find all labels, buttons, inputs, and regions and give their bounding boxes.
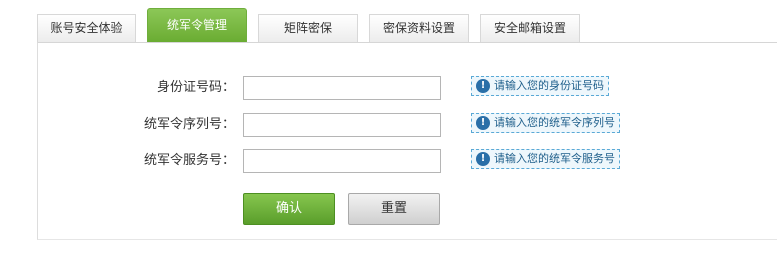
info-icon: ! <box>476 116 490 130</box>
id-card-hint: ! 请输入您的身份证号码 <box>471 76 609 96</box>
id-card-input[interactable] <box>243 76 441 100</box>
info-icon: ! <box>476 79 490 93</box>
tab-account-security[interactable]: 账号安全体验 <box>37 14 136 42</box>
service-label: 统军令服务号： <box>143 153 235 168</box>
id-card-label: 身份证号码： <box>156 80 235 95</box>
tab-security-email-settings[interactable]: 安全邮箱设置 <box>480 14 580 42</box>
serial-hint-text: 请输入您的统军令序列号 <box>494 116 615 129</box>
service-hint-text: 请输入您的统军令服务号 <box>494 152 615 165</box>
tab-bar: 账号安全体验 统军令管理 矩阵密保 密保资料设置 安全邮箱设置 <box>0 0 777 42</box>
serial-input[interactable] <box>243 113 441 137</box>
confirm-button[interactable]: 确认 <box>243 193 335 225</box>
id-card-hint-text: 请输入您的身份证号码 <box>494 79 604 92</box>
tab-token-management[interactable]: 统军令管理 <box>147 8 247 42</box>
info-icon: ! <box>476 152 490 166</box>
tab-matrix-security[interactable]: 矩阵密保 <box>258 14 358 42</box>
serial-label: 统军令序列号： <box>143 117 235 132</box>
token-management-page: 账号安全体验 统军令管理 矩阵密保 密保资料设置 安全邮箱设置 身份证号码： !… <box>0 0 777 260</box>
service-hint: ! 请输入您的统军令服务号 <box>471 149 620 169</box>
service-input[interactable] <box>243 149 441 173</box>
serial-hint: ! 请输入您的统军令序列号 <box>471 113 620 133</box>
tab-security-info-settings[interactable]: 密保资料设置 <box>369 14 469 42</box>
reset-button[interactable]: 重置 <box>348 193 440 225</box>
